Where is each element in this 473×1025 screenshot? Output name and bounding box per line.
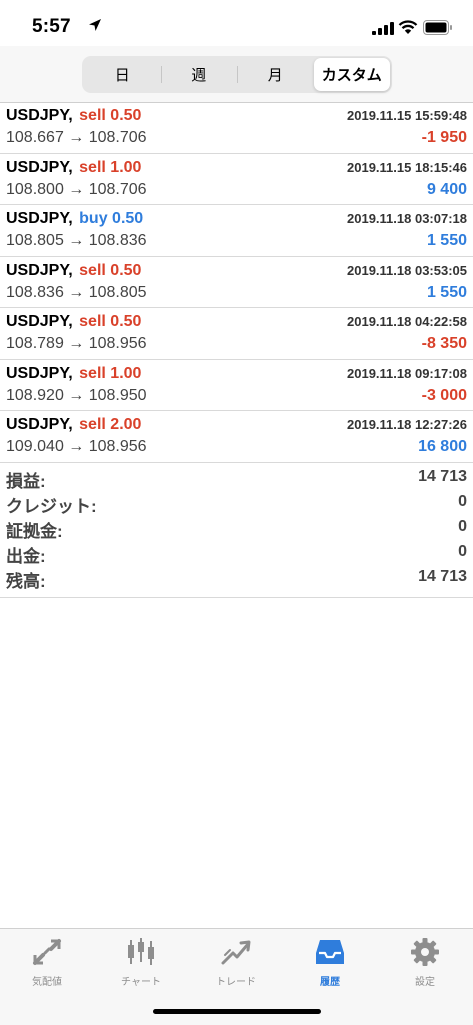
period-segmented-control: 日 週 月 カスタム [82, 56, 392, 93]
trade-row[interactable]: USDJPY, sell 2.00 109.040 → 108.956 2019… [0, 411, 473, 463]
tab-trade[interactable]: トレード [196, 937, 276, 997]
trade-profit: 16 800 [418, 438, 467, 455]
trade-symbol: USDJPY, [6, 210, 73, 227]
trade-profit: 1 550 [426, 283, 467, 301]
trade-row[interactable]: USDJPY, sell 1.00 108.800 → 108.706 2019… [0, 154, 473, 205]
status-time: 5:57 [32, 16, 71, 37]
gear-icon [411, 938, 439, 966]
trade-side: sell 1.00 [79, 364, 142, 382]
trade-side: sell 1.00 [79, 158, 142, 176]
trade-symbol: USDJPY, [6, 364, 73, 382]
trade-prices: 108.789 → 108.956 [6, 335, 147, 352]
tab-chart[interactable]: チャート [101, 937, 181, 997]
chart-candles-icon [128, 938, 154, 965]
trade-row[interactable]: USDJPY, sell 0.50 108.836 → 108.805 2019… [0, 257, 473, 308]
tab-label: 気配値 [32, 977, 62, 988]
summary-value: 0 [458, 493, 467, 510]
summary-credit: クレジット: 0 [0, 489, 473, 516]
summary-profit: 損益: 14 713 [0, 464, 473, 491]
tab-quotes[interactable]: 気配値 [7, 937, 87, 997]
segment-month[interactable]: 月 [237, 58, 314, 91]
tab-label: 履歴 [320, 977, 340, 988]
trade-prices: 108.920 → 108.950 [6, 386, 147, 404]
trade-profit: 9 400 [426, 180, 467, 198]
trade-side: sell 2.00 [79, 416, 142, 433]
trade-side: sell 0.50 [79, 107, 142, 124]
trade-prices: 108.805 → 108.836 [6, 232, 147, 249]
home-indicator[interactable] [153, 1009, 321, 1014]
summary-withdrawal: 出金: 0 [0, 539, 473, 566]
trade-symbol: USDJPY, [6, 107, 73, 124]
trade-time: 2019.11.18 09:17:08 [347, 365, 467, 381]
tab-history[interactable]: 履歴 [290, 937, 370, 997]
tab-label: トレード [216, 977, 256, 988]
trade-symbol: USDJPY, [6, 313, 73, 330]
trade-history-list: USDJPY, sell 0.50 108.667 → 108.706 2019… [0, 102, 473, 463]
trade-side: sell 0.50 [79, 313, 142, 330]
trade-profit: 1 550 [426, 232, 467, 249]
quotes-icon [33, 939, 61, 965]
trade-symbol: USDJPY, [6, 416, 73, 433]
trade-symbol: USDJPY, [6, 261, 73, 279]
trade-side: buy 0.50 [79, 210, 144, 227]
tab-label: 設定 [415, 977, 435, 988]
trade-row[interactable]: USDJPY, buy 0.50 108.805 → 108.836 2019.… [0, 205, 473, 257]
trade-symbol: USDJPY, [6, 158, 73, 176]
segment-day[interactable]: 日 [84, 58, 161, 91]
battery-icon [423, 20, 452, 35]
summary-label: 残高: [6, 572, 46, 591]
trade-profit: -3 000 [421, 386, 467, 404]
trade-row[interactable]: USDJPY, sell 1.00 108.920 → 108.950 2019… [0, 360, 473, 411]
trade-profit: -8 350 [421, 335, 467, 352]
location-arrow-icon [89, 19, 101, 31]
summary-balance: 残高: 14 713 [0, 564, 473, 591]
cellular-signal-icon [372, 22, 394, 35]
trade-row[interactable]: USDJPY, sell 0.50 108.667 → 108.706 2019… [0, 102, 473, 154]
summary-value: 0 [458, 543, 467, 560]
trade-row[interactable]: USDJPY, sell 0.50 108.789 → 108.956 2019… [0, 308, 473, 360]
trade-time: 2019.11.18 03:53:05 [347, 262, 467, 278]
summary-value: 0 [458, 518, 467, 535]
segment-week[interactable]: 週 [160, 58, 238, 91]
segment-custom[interactable]: カスタム [313, 58, 390, 91]
account-summary: 損益: 14 713 クレジット: 0 証拠金: 0 出金: 0 残高: 14 … [0, 464, 473, 598]
trade-prices: 108.667 → 108.706 [6, 129, 147, 146]
trade-time: 2019.11.15 18:15:46 [347, 159, 467, 175]
summary-margin: 証拠金: 0 [0, 514, 473, 541]
trade-side: sell 0.50 [79, 261, 142, 279]
trade-prices: 109.040 → 108.956 [6, 438, 147, 455]
trade-prices: 108.800 → 108.706 [6, 180, 147, 198]
trade-icon [221, 940, 251, 965]
history-header: 日 週 月 カスタム [0, 46, 473, 103]
summary-value: 14 713 [418, 568, 467, 585]
trade-prices: 108.836 → 108.805 [6, 283, 147, 301]
trade-time: 2019.11.18 03:07:18 [347, 211, 467, 226]
trade-time: 2019.11.18 04:22:58 [347, 314, 467, 329]
trade-time: 2019.11.15 15:59:48 [347, 108, 467, 123]
trade-profit: -1 950 [421, 129, 467, 146]
history-inbox-icon [316, 940, 344, 964]
summary-value: 14 713 [418, 468, 467, 485]
wifi-icon [398, 20, 418, 34]
tab-label: チャート [121, 977, 161, 988]
tab-settings[interactable]: 設定 [385, 937, 465, 997]
trade-time: 2019.11.18 12:27:26 [347, 417, 467, 432]
